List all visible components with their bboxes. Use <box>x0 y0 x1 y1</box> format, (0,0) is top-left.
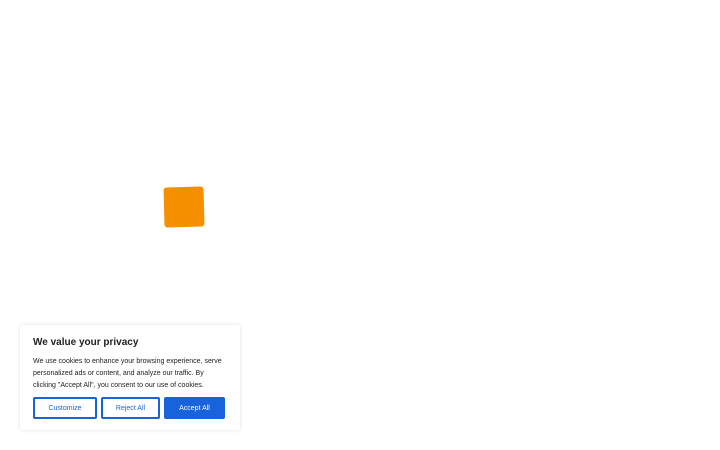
cookie-banner-actions: Customize Reject All Accept All <box>33 397 225 419</box>
customize-button[interactable]: Customize <box>33 397 97 419</box>
loading-square-icon <box>163 186 205 228</box>
cookie-banner-title: We value your privacy <box>33 337 139 348</box>
reject-all-button[interactable]: Reject All <box>101 397 160 419</box>
page: We value your privacy We use cookies to … <box>0 0 720 450</box>
accept-all-button[interactable]: Accept All <box>164 397 225 419</box>
cookie-consent-banner: We value your privacy We use cookies to … <box>20 325 240 430</box>
cookie-banner-description: We use cookies to enhance your browsing … <box>33 358 222 389</box>
